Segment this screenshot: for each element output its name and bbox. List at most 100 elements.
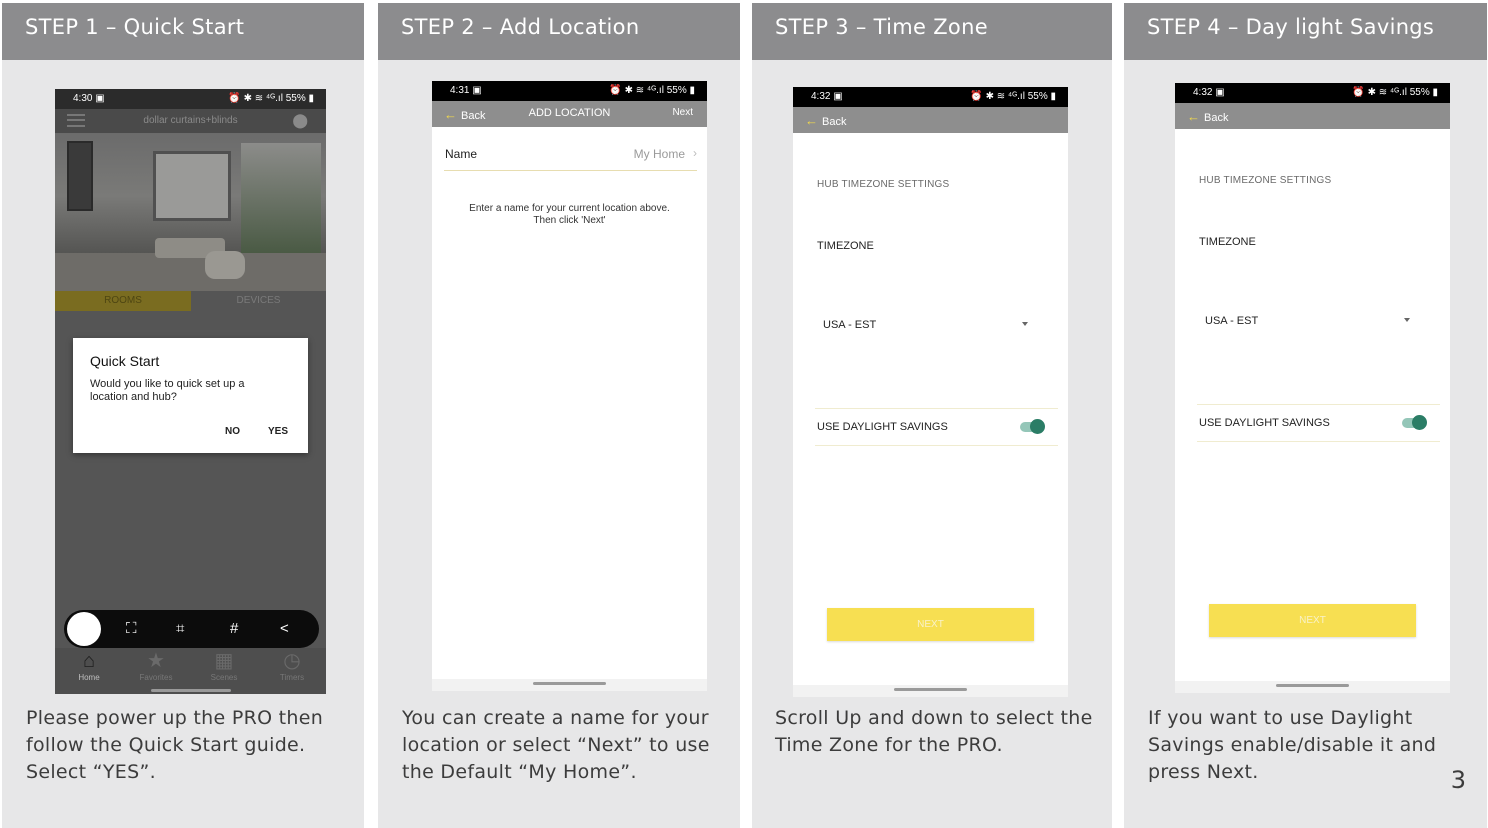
status-time: 4:30 ▣	[73, 93, 105, 104]
status-time: 4:31 ▣	[450, 85, 482, 96]
window-garden	[241, 143, 321, 253]
arrow-left-icon: ←	[805, 113, 818, 128]
status-icons: ⏰ ✱ ≋ ⁴ᴳ.ıl 55% ▮	[970, 91, 1056, 102]
step-2-phone-screenshot: 4:31 ▣ ⏰ ✱ ≋ ⁴ᴳ.ıl 55% ▮ ← Back ADD LOCAT…	[432, 81, 707, 691]
daylight-savings-label: USE DAYLIGHT SAVINGS	[817, 421, 948, 433]
dialog-no-button[interactable]: NO	[225, 426, 240, 437]
hint-text: Enter a name for your current location a…	[432, 203, 707, 227]
nav-home-label: Home	[78, 673, 100, 682]
step-4-caption: If you want to use Daylight Savings enab…	[1148, 707, 1437, 783]
app-toolbar: dollar curtains+blinds ⬤	[55, 109, 326, 133]
share-icon[interactable]: <	[280, 620, 289, 637]
timezone-label: TIMEZONE	[817, 240, 874, 252]
step-2-title: STEP 2 – Add Location	[401, 15, 640, 39]
chair	[205, 251, 245, 279]
section-heading: HUB TIMEZONE SETTINGS	[817, 179, 950, 190]
tab-bar: ROOMS DEVICES	[55, 291, 326, 311]
hint-line-1: Enter a name for your current location a…	[469, 203, 670, 214]
caret-down-icon	[1404, 318, 1410, 322]
step-3-phone-screenshot: 4:32 ▣ ⏰ ✱ ≋ ⁴ᴳ.ıl 55% ▮ ← Back HUB TIMEZ…	[793, 87, 1068, 697]
next-button[interactable]: Next	[672, 107, 693, 118]
home-indicator	[793, 685, 1068, 697]
daylight-savings-toggle[interactable]	[1020, 419, 1045, 434]
status-bar: 4:30 ▣ ⏰ ✱ ≋ ⁴ᴳ.ıl 55% ▮	[55, 89, 326, 109]
step-3-header: STEP 3 – Time Zone	[752, 3, 1112, 60]
step-1-header: STEP 1 – Quick Start	[2, 3, 364, 60]
status-icons: ⏰ ✱ ≋ ⁴ᴳ.ıl 55% ▮	[1352, 87, 1438, 98]
screen-title: ADD LOCATION	[528, 107, 611, 119]
caret-down-icon	[1022, 322, 1028, 326]
step-3-caption: Scroll Up and down to select the Time Zo…	[775, 707, 1093, 756]
name-label: Name	[445, 147, 478, 161]
nav-timers[interactable]: ◷ Timers	[262, 649, 322, 682]
section-heading: HUB TIMEZONE SETTINGS	[1199, 175, 1332, 186]
home-icon: ⌂	[82, 650, 96, 672]
scroll-capture-icon[interactable]: ⛶	[126, 620, 137, 637]
dialog-yes-button[interactable]: YES	[268, 426, 288, 437]
tab-devices[interactable]: DEVICES	[191, 291, 326, 311]
timezone-value: USA - EST	[823, 319, 877, 331]
nav-timers-label: Timers	[279, 673, 305, 682]
instruction-page: STEP 1 – Quick Start Please power up the…	[0, 0, 1488, 828]
step-1-title: STEP 1 – Quick Start	[25, 15, 245, 39]
dialog-message: Would you like to quick set up a locatio…	[90, 378, 245, 403]
timezone-select[interactable]: USA - EST	[1205, 315, 1410, 327]
nav-scenes-label: Scenes	[210, 673, 238, 682]
crop-icon[interactable]: ⌗	[176, 620, 184, 637]
bottom-navigation: ⌂ Home ★ Favorites ▦ Scenes ◷ Timers	[55, 648, 326, 688]
step-1-caption: Please power up the PRO then follow the …	[26, 707, 324, 783]
daylight-savings-row: USE DAYLIGHT SAVINGS	[815, 408, 1058, 446]
wall-art	[67, 141, 93, 211]
clock-icon: ◷	[283, 650, 301, 672]
back-button[interactable]: ← Back	[805, 113, 846, 128]
next-button[interactable]: NEXT	[1209, 604, 1416, 637]
step-4-phone-screenshot: 4:32 ▣ ⏰ ✱ ≋ ⁴ᴳ.ıl 55% ▮ ← Back HUB TIMEZ…	[1175, 83, 1450, 693]
home-indicator	[55, 688, 326, 694]
floor	[55, 253, 326, 291]
tab-rooms[interactable]: ROOMS	[55, 291, 191, 311]
timezone-select[interactable]: USA - EST	[823, 319, 1028, 331]
chevron-right-icon: ›	[693, 146, 697, 160]
nav-scenes[interactable]: ▦ Scenes	[194, 649, 254, 682]
nav-home[interactable]: ⌂ Home	[59, 649, 119, 682]
star-icon: ★	[147, 650, 165, 672]
back-button[interactable]: ← Back	[1187, 109, 1228, 124]
nav-favorites[interactable]: ★ Favorites	[126, 649, 186, 682]
hashtag-icon[interactable]: #	[230, 620, 238, 637]
status-time: 4:32 ▣	[811, 91, 843, 102]
status-bar: 4:31 ▣ ⏰ ✱ ≋ ⁴ᴳ.ıl 55% ▮	[432, 81, 707, 101]
nav-favorites-label: Favorites	[139, 673, 173, 682]
step-1-phone-screenshot: 4:30 ▣ ⏰ ✱ ≋ ⁴ᴳ.ıl 55% ▮ dollar curtains…	[55, 89, 326, 694]
status-bar: 4:32 ▣ ⏰ ✱ ≋ ⁴ᴳ.ıl 55% ▮	[793, 87, 1068, 107]
status-time: 4:32 ▣	[1193, 87, 1225, 98]
hint-line-2: Then click 'Next'	[533, 215, 606, 226]
timezone-value: USA - EST	[1205, 315, 1259, 327]
page-number: 3	[1450, 766, 1466, 794]
daylight-savings-toggle[interactable]	[1402, 415, 1427, 430]
capture-handle[interactable]	[67, 612, 101, 646]
app-bar: ← Back	[793, 107, 1068, 133]
daylight-savings-label: USE DAYLIGHT SAVINGS	[1199, 417, 1330, 429]
film-icon: ▦	[214, 650, 234, 672]
app-bar: ← Back ADD LOCATION Next	[432, 101, 707, 127]
name-value: My Home	[633, 147, 685, 161]
back-label: Back	[1204, 112, 1229, 124]
timezone-label: TIMEZONE	[1199, 236, 1256, 248]
step-2-header: STEP 2 – Add Location	[378, 3, 740, 60]
arrow-left-icon: ←	[1187, 109, 1200, 124]
status-icons: ⏰ ✱ ≋ ⁴ᴳ.ıl 55% ▮	[609, 85, 695, 96]
app-bar: ← Back	[1175, 103, 1450, 129]
next-button[interactable]: NEXT	[827, 608, 1034, 641]
room-photo	[55, 133, 326, 291]
dialog-title: Quick Start	[90, 353, 160, 369]
step-4-header: STEP 4 – Day light Savings	[1124, 3, 1487, 60]
status-icons: ⏰ ✱ ≋ ⁴ᴳ.ıl 55% ▮	[228, 93, 314, 104]
status-bar: 4:32 ▣ ⏰ ✱ ≋ ⁴ᴳ.ıl 55% ▮	[1175, 83, 1450, 103]
home-indicator	[432, 679, 707, 691]
home-indicator	[1175, 681, 1450, 693]
brand-logo: dollar curtains+blinds	[143, 115, 238, 126]
quick-start-dialog: Quick Start Would you like to quick set …	[73, 338, 308, 453]
screenshot-toolbar: ⛶ ⌗ # <	[64, 610, 319, 648]
location-name-row[interactable]: Name My Home ›	[444, 146, 697, 171]
location-pin-icon[interactable]: ⬤	[292, 112, 308, 129]
